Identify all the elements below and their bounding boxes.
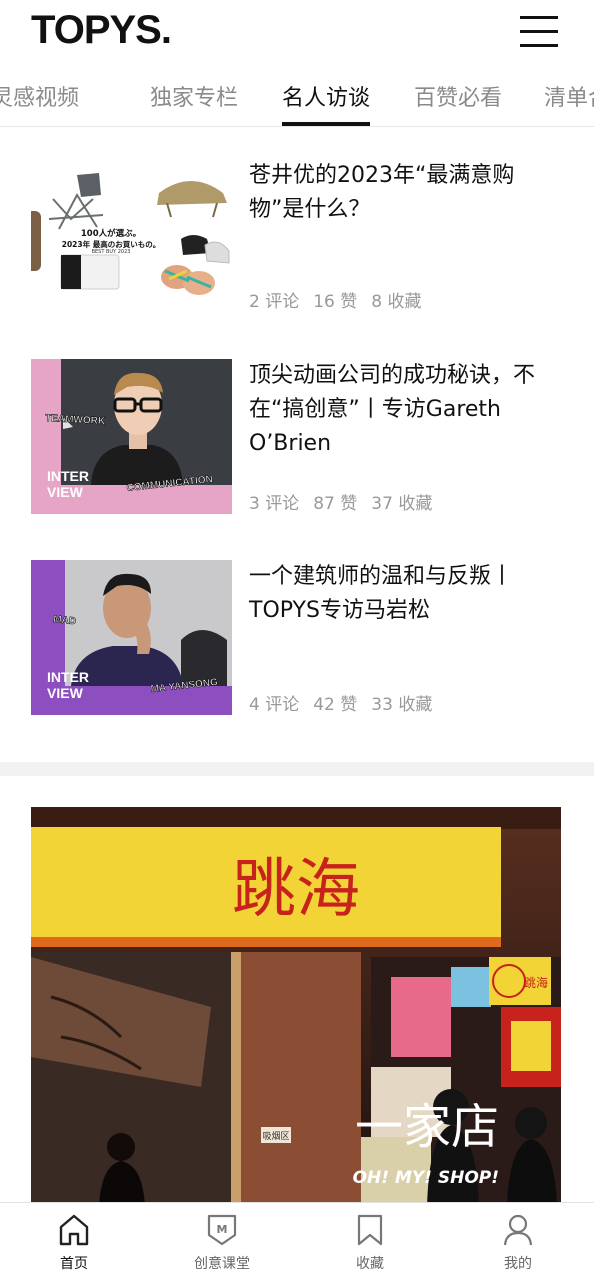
banner-subtitle: OH! MY! SHOP! bbox=[353, 1168, 499, 1188]
article-title[interactable]: 一个建筑师的温和与反叛丨TOPYS专访马岩松 bbox=[249, 560, 567, 628]
section-divider bbox=[0, 762, 594, 776]
comment-count: 3 评论 bbox=[249, 494, 300, 514]
tab-exclusive-column[interactable]: 独家专栏 bbox=[150, 80, 238, 112]
shop-photo: 跳海 吸烟区 跳海 一家店 OH! MY! SHOP! bbox=[31, 807, 561, 1207]
article-thumbnail: MAD MA YANSONG INTER VIEW bbox=[31, 560, 232, 715]
shop-sign: 跳海 bbox=[232, 853, 360, 927]
save-count: 33 收藏 bbox=[371, 695, 433, 715]
article-title[interactable]: 顶尖动画公司的成功秘诀，不在“搞创意”丨专访Gareth O’Brien bbox=[249, 359, 567, 461]
thumb-caption-1: 100人が選ぶ。 bbox=[81, 228, 141, 239]
active-tab-indicator bbox=[282, 122, 370, 126]
thumb-caption-3: BEST BUY 2023 bbox=[92, 249, 131, 255]
interview-portrait-gareth: TEAMWORK COMMUNICATION INTER VIEW bbox=[31, 359, 232, 514]
tab-inspiration-video[interactable]: 灵感视频 bbox=[0, 80, 79, 112]
nav-creative-class-label: 创意课堂 bbox=[194, 1256, 250, 1272]
nav-home[interactable]: 首页 bbox=[24, 1203, 124, 1281]
bookmark-icon bbox=[357, 1214, 383, 1246]
featured-banner[interactable]: 跳海 吸烟区 跳海 一家店 OH! MY! SHOP! bbox=[31, 807, 561, 1207]
nav-favorites[interactable]: 收藏 bbox=[320, 1203, 420, 1281]
article-title[interactable]: 苍井优的2023年“最满意购物”是什么？ bbox=[249, 159, 567, 227]
thumb-label-view: VIEW bbox=[47, 484, 84, 500]
comment-count: 4 评论 bbox=[249, 695, 300, 715]
article-thumbnail: TEAMWORK COMMUNICATION INTER VIEW bbox=[31, 359, 232, 514]
article-thumbnail: 100人が選ぶ。 2023年 最高のお買いもの。 BEST BUY 2023 bbox=[31, 159, 232, 314]
nav-profile[interactable]: 我的 bbox=[468, 1203, 568, 1281]
tab-must-see[interactable]: 百赞必看 bbox=[414, 80, 502, 112]
topys-logo[interactable]: TOPYS. bbox=[31, 8, 172, 53]
tab-celebrity-interview[interactable]: 名人访谈 bbox=[282, 80, 370, 112]
article-card[interactable]: MAD MA YANSONG INTER VIEW 一个建筑师的温和与反叛丨TO… bbox=[31, 560, 571, 716]
category-tabs: 灵感视频 独家专栏 名人访谈 百赞必看 清单合集 bbox=[0, 64, 594, 127]
smoking-area-sign: 吸烟区 bbox=[262, 1130, 289, 1142]
save-count: 37 收藏 bbox=[371, 494, 433, 514]
nav-home-label: 首页 bbox=[60, 1256, 88, 1272]
thumb-label-view: VIEW bbox=[47, 685, 84, 701]
like-count: 16 赞 bbox=[313, 292, 358, 312]
profile-icon bbox=[503, 1214, 533, 1246]
thumb-caption-2: 2023年 最高のお買いもの。 bbox=[62, 239, 161, 249]
interview-portrait-ma-yansong: MAD MA YANSONG INTER VIEW bbox=[31, 560, 232, 715]
app-header: TOPYS. bbox=[0, 0, 594, 64]
badge-m-icon: M bbox=[207, 1214, 237, 1246]
nav-creative-class[interactable]: M 创意课堂 bbox=[172, 1203, 272, 1281]
best-buy-collage: 100人が選ぶ。 2023年 最高のお買いもの。 BEST BUY 2023 bbox=[31, 159, 232, 314]
hamburger-menu-icon[interactable] bbox=[520, 14, 558, 48]
save-count: 8 收藏 bbox=[371, 292, 422, 312]
home-icon bbox=[59, 1214, 89, 1246]
article-meta: 2 评论 16 赞 8 收藏 bbox=[249, 287, 436, 312]
article-meta: 4 评论 42 赞 33 收藏 bbox=[249, 690, 446, 715]
article-card[interactable]: TEAMWORK COMMUNICATION INTER VIEW 顶尖动画公司… bbox=[31, 359, 571, 515]
article-meta: 3 评论 87 赞 37 收藏 bbox=[249, 489, 446, 514]
nav-favorites-label: 收藏 bbox=[356, 1256, 384, 1272]
banner-title: 一家店 bbox=[355, 1099, 499, 1155]
article-card[interactable]: 100人が選ぶ。 2023年 最高のお買いもの。 BEST BUY 2023 苍… bbox=[31, 159, 571, 315]
like-count: 87 赞 bbox=[313, 494, 358, 514]
nav-profile-label: 我的 bbox=[504, 1256, 532, 1272]
tab-lists[interactable]: 清单合集 bbox=[544, 80, 594, 112]
thumb-label-inter: INTER bbox=[47, 669, 89, 685]
thumb-label-inter: INTER bbox=[47, 468, 89, 484]
bottom-navigation: 首页 M 创意课堂 收藏 我的 bbox=[0, 1202, 594, 1281]
like-count: 42 赞 bbox=[313, 695, 358, 715]
badge-letter: M bbox=[217, 1223, 228, 1236]
comment-count: 2 评论 bbox=[249, 292, 300, 312]
small-shop-sign: 跳海 bbox=[524, 975, 548, 990]
